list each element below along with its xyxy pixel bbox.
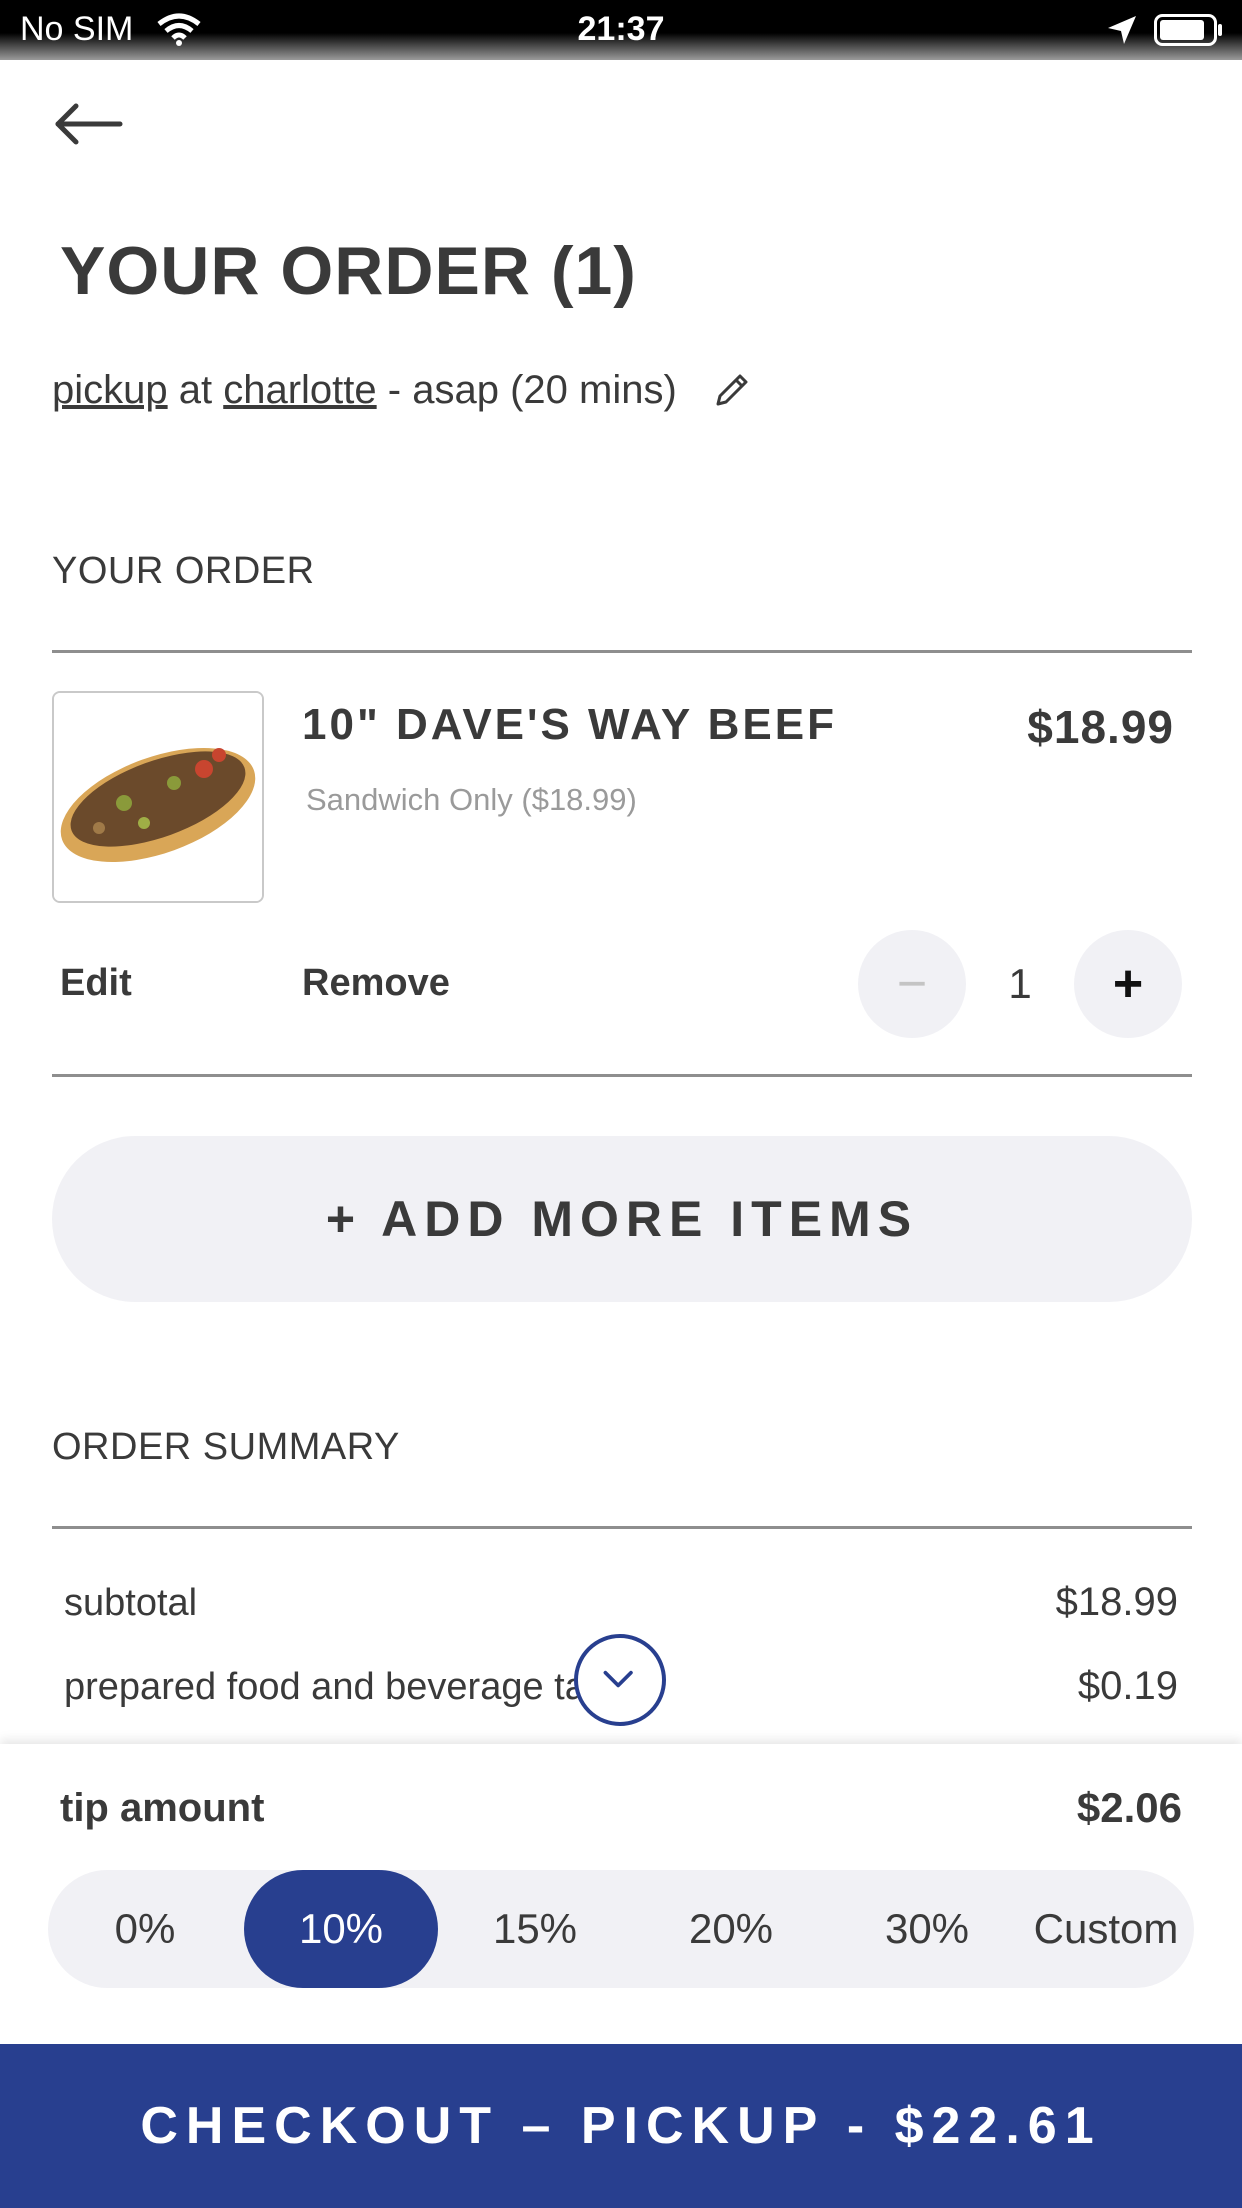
tip-option-30[interactable]: 30% — [862, 1870, 992, 1988]
location-arrow-icon — [1108, 16, 1136, 44]
sandwich-image — [54, 693, 262, 901]
item-thumbnail — [52, 691, 264, 903]
pickup-at-text: at — [178, 368, 213, 412]
tip-amount-label: tip amount — [60, 1786, 265, 1830]
pickup-info: pickup at charlotte - asap (20 mins) — [52, 368, 677, 413]
checkout-button[interactable]: CHECKOUT – PICKUP - $22.61 — [0, 2044, 1242, 2208]
chevron-down-icon[interactable] — [574, 1634, 666, 1726]
divider — [52, 650, 1192, 653]
pickup-mode-link[interactable]: pickup — [52, 368, 168, 412]
clock: 21:37 — [577, 10, 665, 48]
tip-option-15[interactable]: 15% — [470, 1870, 600, 1988]
pencil-edit-icon[interactable] — [712, 370, 752, 412]
status-bar: No SIM 21:37 — [0, 0, 1242, 60]
tax-label: prepared food and beverage ta — [64, 1666, 586, 1708]
divider — [52, 1526, 1192, 1529]
tax-value: $0.19 — [1077, 1664, 1178, 1708]
item-variant: Sandwich Only ($18.99) — [306, 782, 637, 817]
your-order-heading: YOUR ORDER — [52, 550, 315, 592]
item-name: 10" DAVE'S WAY BEEF — [302, 700, 838, 749]
page-title: YOUR ORDER (1) — [60, 233, 637, 309]
battery-icon — [1154, 14, 1222, 46]
add-more-items-button[interactable]: + ADD MORE ITEMS — [52, 1136, 1192, 1302]
tip-option-custom[interactable]: Custom — [1026, 1870, 1186, 1988]
subtotal-value: $18.99 — [1055, 1580, 1178, 1624]
divider — [52, 1074, 1192, 1077]
decrease-quantity-button[interactable]: − — [858, 930, 966, 1038]
tip-selector — [48, 1870, 1194, 1988]
subtotal-label: subtotal — [64, 1582, 198, 1624]
increase-quantity-button[interactable]: + — [1074, 930, 1182, 1038]
tip-option-20[interactable]: 20% — [666, 1870, 796, 1988]
edit-item-button[interactable]: Edit — [60, 962, 132, 1005]
tip-amount-value: $2.06 — [1076, 1784, 1182, 1831]
tip-option-10[interactable]: 10% — [244, 1870, 438, 1988]
back-arrow-icon[interactable] — [48, 92, 132, 152]
order-summary-heading: ORDER SUMMARY — [52, 1426, 400, 1468]
pickup-time-text: - asap (20 mins) — [387, 368, 677, 412]
item-price: $18.99 — [1027, 701, 1174, 753]
tip-option-0[interactable]: 0% — [80, 1870, 210, 1988]
item-quantity: 1 — [1008, 960, 1032, 1007]
location-link[interactable]: charlotte — [223, 368, 376, 412]
remove-item-button[interactable]: Remove — [302, 962, 450, 1005]
